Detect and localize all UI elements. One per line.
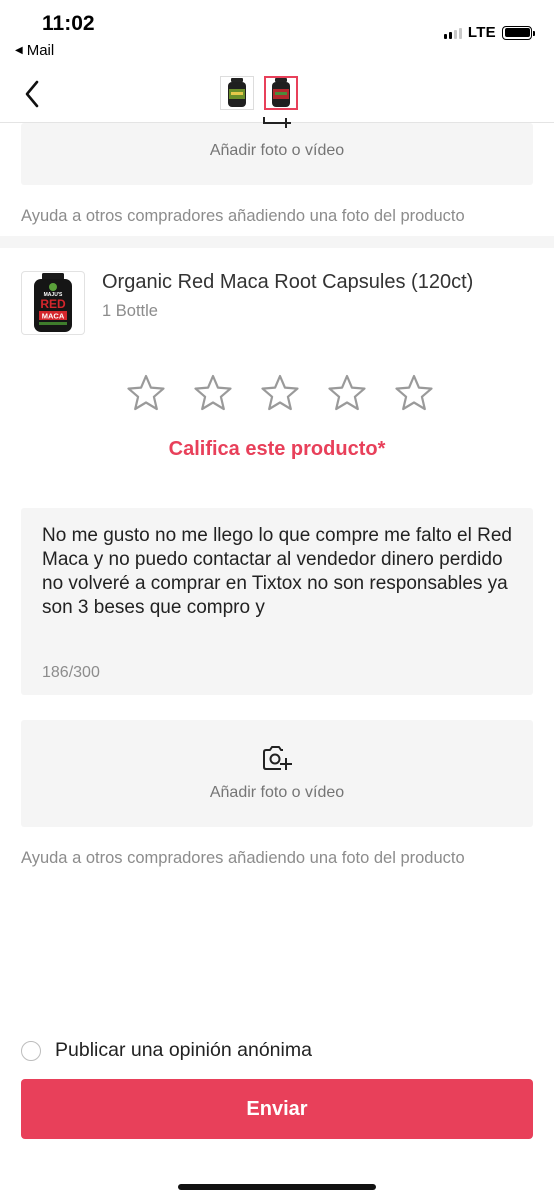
back-triangle-icon: ◀ [15, 45, 23, 56]
rating-star-2[interactable] [190, 372, 235, 414]
bottle-line1: RED [40, 297, 66, 311]
anonymous-review-option[interactable]: Publicar una opinión anónima [21, 1039, 312, 1062]
product-variant: 1 Bottle [102, 302, 158, 320]
photo-help-text: Ayuda a otros compradores añadiendo una … [21, 207, 465, 225]
home-indicator[interactable] [178, 1184, 376, 1190]
product-thumbnail-2[interactable] [264, 76, 298, 110]
add-photo-video-button[interactable]: Añadir foto o vídeo [21, 720, 533, 827]
battery-icon [502, 25, 535, 40]
red-maca-bottle-image: MAJU'S RED MACA [34, 273, 72, 332]
network-type: LTE [467, 24, 496, 41]
star-outline-icon [394, 374, 433, 411]
anonymous-radio[interactable] [21, 1040, 41, 1061]
back-to-mail-link[interactable]: ◀ Mail [15, 42, 54, 59]
star-rating [123, 372, 436, 414]
chevron-left-icon [25, 80, 39, 108]
star-outline-icon [260, 374, 299, 411]
status-indicators: LTE [443, 24, 535, 41]
product-image: MAJU'S RED MACA [21, 271, 85, 335]
back-button[interactable] [14, 74, 50, 114]
rating-star-3[interactable] [257, 372, 302, 414]
camera-plus-icon [263, 746, 292, 770]
rating-star-5[interactable] [391, 372, 436, 414]
camera-plus-icon [263, 117, 291, 128]
bottle-line2: MACA [42, 312, 65, 321]
product-name: Organic Red Maca Root Capsules (120ct) [102, 271, 474, 293]
add-photo-label: Añadir foto o vídeo [209, 142, 345, 159]
review-textarea[interactable]: No me gusto no me llego lo que compre me… [21, 508, 533, 695]
supplement-bottle-icon [228, 78, 246, 107]
product-thumbnail-strip [220, 76, 298, 110]
back-app-label: Mail [26, 42, 55, 59]
add-photo-label: Añadir foto o vídeo [209, 784, 345, 801]
submit-button[interactable]: Enviar [21, 1079, 533, 1139]
cellular-signal-icon [443, 27, 462, 39]
rating-star-1[interactable] [123, 372, 168, 414]
anonymous-label: Publicar una opinión anónima [55, 1039, 312, 1061]
status-time: 11:02 [42, 12, 95, 35]
section-separator [0, 236, 554, 248]
star-outline-icon [193, 374, 232, 411]
supplement-bottle-icon [272, 78, 290, 107]
rating-star-4[interactable] [324, 372, 369, 414]
star-outline-icon [126, 374, 165, 411]
review-text: No me gusto no me llego lo que compre me… [42, 525, 512, 618]
photo-help-text: Ayuda a otros compradores añadiendo una … [21, 849, 465, 867]
star-outline-icon [327, 374, 366, 411]
product-thumbnail-1[interactable] [220, 76, 254, 110]
add-photo-video-button[interactable]: Añadir foto o vídeo [21, 117, 533, 185]
rate-product-prompt: Califica este producto* [168, 438, 386, 460]
character-count: 186/300 [42, 664, 100, 681]
